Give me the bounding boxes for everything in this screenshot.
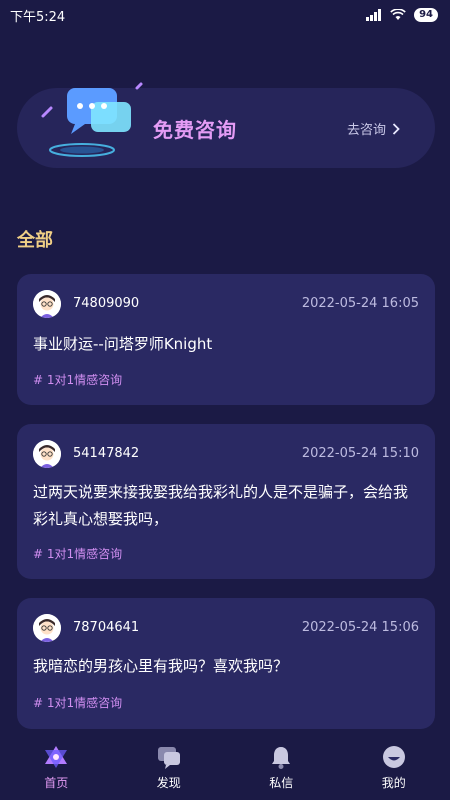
wifi-icon xyxy=(390,9,406,20)
post-time: 2022-05-24 15:06 xyxy=(301,620,419,635)
nav-home-label: 首页 xyxy=(44,776,69,790)
chevron-right-icon xyxy=(392,122,400,135)
avatar xyxy=(33,440,61,468)
bell-icon xyxy=(272,747,291,769)
post-card[interactable]: 78704641 2022-05-24 15:06 我暗恋的男孩心里有我吗？喜欢… xyxy=(17,598,435,729)
status-icons: 94 xyxy=(366,8,438,22)
go-consult-link[interactable]: 去咨询 xyxy=(347,119,400,138)
avatar xyxy=(33,614,61,642)
nav-messages[interactable]: 私信 xyxy=(241,744,321,791)
chat-bubbles-icon xyxy=(41,82,143,157)
nav-discover-label: 发现 xyxy=(156,776,181,790)
user-id: 54147842 xyxy=(73,446,140,461)
post-card[interactable]: 54147842 2022-05-24 15:10 过两天说要来接我娶我给我彩礼… xyxy=(17,424,435,579)
post-time: 2022-05-24 16:05 xyxy=(301,296,419,311)
go-consult-label: 去咨询 xyxy=(346,123,386,138)
nav-messages-label: 私信 xyxy=(269,776,294,790)
nav-profile-label: 我的 xyxy=(381,776,406,790)
section-title: 全部 xyxy=(17,230,53,251)
post-tag[interactable]: # 1对1情感咨询 xyxy=(33,545,122,562)
nav-profile[interactable]: 我的 xyxy=(354,744,434,791)
avatar xyxy=(33,290,61,318)
free-consult-banner[interactable]: 免费咨询 去咨询 xyxy=(17,82,435,168)
banner-title: 免费咨询 xyxy=(153,118,237,142)
post-text: 过两天说要来接我娶我给我彩礼的人是不是骗子，会给我彩礼真心想娶我吗， xyxy=(33,483,409,528)
status-bar: 下午5:24 94 xyxy=(0,0,450,30)
signal-icon xyxy=(366,9,382,21)
post-text: 事业财运--问塔罗师Knight xyxy=(33,335,213,353)
home-triangle-icon xyxy=(45,746,68,768)
status-time: 下午5:24 xyxy=(10,9,66,25)
post-tag[interactable]: # 1对1情感咨询 xyxy=(33,371,122,388)
user-id: 74809090 xyxy=(73,296,140,311)
profile-icon xyxy=(382,746,405,768)
discover-icon xyxy=(157,747,180,769)
user-id: 78704641 xyxy=(73,620,140,635)
post-time: 2022-05-24 15:10 xyxy=(301,446,419,461)
bottom-nav: 首页 发现 私信 我的 xyxy=(0,734,450,800)
nav-home[interactable]: 首页 xyxy=(16,744,96,791)
post-text: 我暗恋的男孩心里有我吗？喜欢我吗？ xyxy=(33,657,289,675)
post-tag[interactable]: # 1对1情感咨询 xyxy=(33,694,122,711)
post-card[interactable]: 74809090 2022-05-24 16:05 事业财运--问塔罗师Knig… xyxy=(17,274,435,405)
nav-discover[interactable]: 发现 xyxy=(129,744,209,791)
battery-icon: 94 xyxy=(414,8,438,22)
